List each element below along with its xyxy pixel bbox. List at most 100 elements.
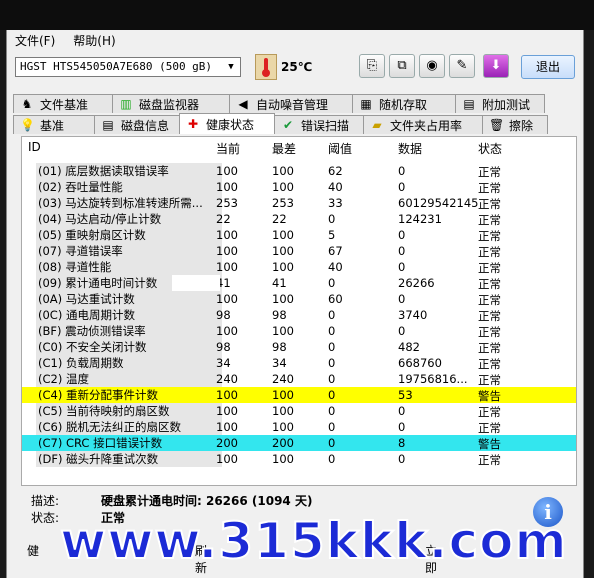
attr-worst: 98: [272, 308, 287, 322]
table-row[interactable]: (04) 马达启动/停止计数 22 22 0 124231 正常: [22, 211, 576, 227]
attr-worst: 253: [272, 196, 294, 210]
attr-threshold: 0: [328, 452, 336, 466]
tab-label: 磁盘监视器: [139, 97, 200, 112]
attr-status: 警告: [478, 389, 501, 403]
tab-error-scan[interactable]: ✔ 错误扫描: [274, 115, 364, 134]
attr-data: 0: [398, 228, 406, 242]
copy-all-icon[interactable]: ⧉: [389, 54, 415, 78]
table-row[interactable]: (09) 累计通电时间计数 41 41 0 26266 正常: [22, 275, 576, 291]
table-header: ID 当前 最差 阈值 数据 状态: [22, 138, 576, 156]
attr-status: 正常: [478, 165, 501, 179]
table-row[interactable]: (C0) 不安全关闭计数 98 98 0 482 正常: [22, 339, 576, 355]
attr-id: (C4) 重新分配事件计数: [38, 388, 158, 402]
attr-data: 19756816...: [398, 372, 468, 386]
attr-data: 0: [398, 260, 406, 274]
tab-file-benchmark[interactable]: ♞ 文件基准: [13, 94, 113, 113]
col-threshold[interactable]: 阈值: [328, 140, 352, 157]
attr-current: 100: [216, 388, 238, 402]
download-icon[interactable]: ⬇: [483, 54, 509, 78]
tab-aam[interactable]: ◀ 自动噪音管理: [229, 94, 353, 113]
attr-worst: 100: [272, 180, 294, 194]
table-row[interactable]: (02) 吞吐量性能 100 100 40 0 正常: [22, 179, 576, 195]
attr-current: 100: [216, 244, 238, 258]
attr-worst: 100: [272, 164, 294, 178]
table-row[interactable]: (07) 寻道错误率 100 100 67 0 正常: [22, 243, 576, 259]
description-value: 硬盘累计通电时间: 26266 (1094 天): [101, 494, 313, 508]
attr-current: 100: [216, 260, 238, 274]
menu-file[interactable]: 文件(F): [13, 32, 57, 49]
tab-label: 错误扫描: [301, 118, 350, 133]
attr-data: 0: [398, 324, 406, 338]
error-scan-icon: ✔: [282, 118, 294, 132]
attr-current: 34: [216, 356, 231, 370]
attr-worst: 100: [272, 420, 294, 434]
table-row[interactable]: (08) 寻道性能 100 100 40 0 正常: [22, 259, 576, 275]
copy-icon[interactable]: ⎘: [359, 54, 385, 78]
table-row[interactable]: (C2) 温度 240 240 0 19756816... 正常: [22, 371, 576, 387]
speaker-icon: ◀: [238, 97, 248, 111]
tabs-bottom-row: 💡 基准 ▤ 磁盘信息 ✚ 健康状态 ✔ 错误扫描 ▰ 文件夹占用率 🗑 擦除: [13, 113, 548, 135]
drive-select[interactable]: HGST HTS545050A7E680 (500 gB) ▼: [15, 57, 241, 77]
attr-status: 正常: [478, 213, 501, 227]
attr-threshold: 33: [328, 196, 343, 210]
attr-status: 正常: [478, 245, 501, 259]
attr-current: 200: [216, 436, 238, 450]
table-row[interactable]: (C6) 脱机无法纠正的扇区数 100 100 0 0 正常: [22, 419, 576, 435]
attr-status: 正常: [478, 357, 501, 371]
health-icon: ✚: [187, 117, 199, 131]
tab-disk-monitor[interactable]: ▥ 磁盘监视器: [112, 94, 230, 113]
attr-data: 0: [398, 292, 406, 306]
attr-threshold: 0: [328, 436, 336, 450]
table-row[interactable]: (C1) 负载周期数 34 34 0 668760 正常: [22, 355, 576, 371]
col-status[interactable]: 状态: [478, 140, 502, 157]
tab-extra-tests[interactable]: ▤ 附加测试: [455, 94, 545, 113]
app-window: 文件(F) 帮助(H) HGST HTS545050A7E680 (500 gB…: [6, 30, 584, 578]
tab-folder-usage[interactable]: ▰ 文件夹占用率: [363, 115, 483, 134]
attr-status: 警告: [478, 437, 501, 451]
chevron-down-icon[interactable]: ▼: [224, 59, 238, 75]
table-row[interactable]: (C4) 重新分配事件计数 100 100 0 53 警告: [22, 387, 576, 403]
menu-help[interactable]: 帮助(H): [71, 32, 117, 49]
attr-id: (05) 重映射扇区计数: [36, 227, 222, 243]
attr-id: (07) 寻道错误率: [36, 243, 222, 259]
attr-current: 253: [216, 196, 238, 210]
tab-erase[interactable]: 🗑 擦除: [482, 115, 548, 134]
tab-health[interactable]: ✚ 健康状态: [179, 113, 275, 134]
attr-id: (01) 底层数据读取错误率: [36, 163, 222, 179]
tab-benchmark[interactable]: 💡 基准: [13, 115, 95, 134]
attr-threshold: 40: [328, 180, 343, 194]
table-row[interactable]: (01) 底层数据读取错误率 100 100 62 0 正常: [22, 163, 576, 179]
exit-button[interactable]: 退出: [521, 55, 575, 79]
file-benchmark-icon: ♞: [21, 97, 33, 111]
table-row[interactable]: (05) 重映射扇区计数 100 100 5 0 正常: [22, 227, 576, 243]
col-id[interactable]: ID: [28, 140, 41, 154]
col-worst[interactable]: 最差: [272, 140, 296, 157]
options-icon[interactable]: ✎: [449, 54, 475, 78]
table-row[interactable]: (C7) CRC 接口错误计数 200 200 0 8 警告: [22, 435, 576, 451]
camera-icon[interactable]: ◉: [419, 54, 445, 78]
tab-label: 文件夹占用率: [390, 118, 463, 133]
watermark-text: www.315kkk.com: [59, 511, 568, 571]
attr-worst: 100: [272, 292, 294, 306]
table-row[interactable]: (0C) 通电周期计数 98 98 0 3740 正常: [22, 307, 576, 323]
table-row[interactable]: (C5) 当前待映射的扇区数 100 100 0 0 正常: [22, 403, 576, 419]
table-row[interactable]: (BF) 震动侦测错误率 100 100 0 0 正常: [22, 323, 576, 339]
temperature-readout: 25℃: [281, 60, 313, 74]
attr-current: 100: [216, 404, 238, 418]
tab-random-access[interactable]: ▦ 随机存取: [352, 94, 456, 113]
table-row[interactable]: (DF) 磁头升降重试次数 100 100 0 0 正常: [22, 451, 576, 467]
tab-disk-info[interactable]: ▤ 磁盘信息: [94, 115, 180, 134]
attr-current: 98: [216, 308, 231, 322]
toolbar: HGST HTS545050A7E680 (500 gB) ▼ 25℃ ⎘ ⧉ …: [7, 52, 583, 82]
attr-data: 8: [398, 436, 406, 450]
table-row[interactable]: (03) 马达旋转到标准转速所需... 253 253 33 60129542145 正常: [22, 195, 576, 211]
table-row[interactable]: (0A) 马达重试计数 100 100 60 0 正常: [22, 291, 576, 307]
attr-data: 60129542145: [398, 196, 479, 210]
col-current[interactable]: 当前: [216, 140, 240, 157]
attr-worst: 100: [272, 404, 294, 418]
attr-threshold: 0: [328, 324, 336, 338]
attr-status: 正常: [478, 293, 501, 307]
attr-current: 240: [216, 372, 238, 386]
col-data[interactable]: 数据: [398, 140, 422, 157]
selection-overlay: [172, 275, 220, 291]
